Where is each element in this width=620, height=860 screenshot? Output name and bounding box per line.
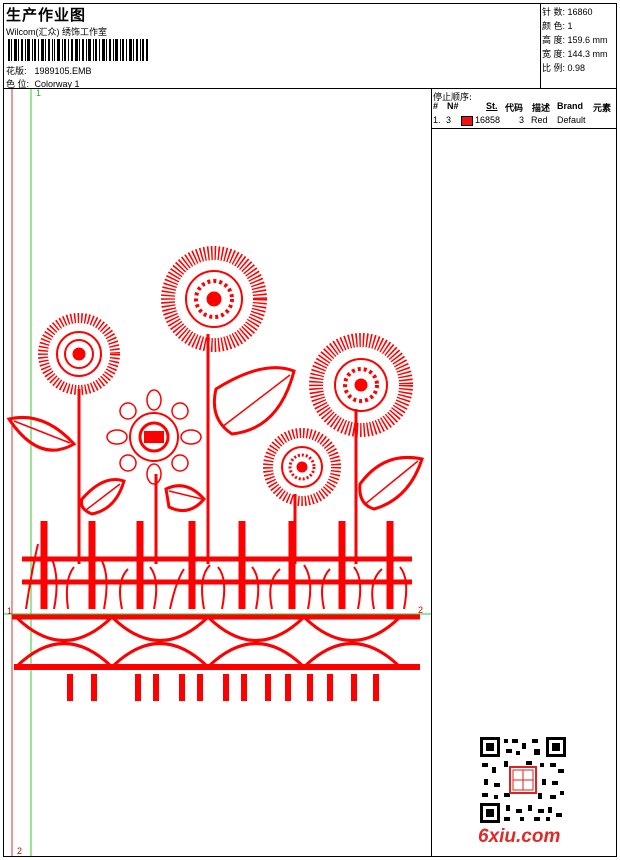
col-needle: N# [447,101,459,111]
design-value: 1989105.EMB [34,66,92,76]
axis-label-bottom: 2 [17,846,23,856]
header-info: 生产作业图 Wilcom(汇众) 绣饰工作室 花版: 1989105.EMB 色… [6,4,540,89]
stop-table-rule [431,128,617,129]
thread-color-swatch [461,116,473,126]
row-index: 1. [433,115,441,125]
row-brand: Default [557,115,586,125]
design-stats: 针 数: 16860 颜 色: 1 高 度: 159.6 mm 宽 度: 144… [542,5,616,75]
seal-stamp-icon [509,766,537,794]
grass [25,543,408,610]
design-name-line: 花版: 1989105.EMB [6,64,92,77]
axis-label-top: 1 [36,88,42,98]
company-name: Wilcom(汇众) 绣饰工作室 [6,27,107,37]
flower-right-small [263,428,341,506]
color-count: 颜 色: 1 [542,21,573,31]
flower-top-center [161,246,267,352]
tassels [67,674,379,701]
col-code: 代码 [505,103,524,113]
design-width: 宽 度: 144.3 mm [542,49,608,59]
flower-petal-center [106,389,202,485]
col-stitches: St. [486,101,498,111]
embroidery-design [6,246,424,701]
fence-pickets [40,521,394,609]
basket [12,614,420,670]
col-index: # [433,101,439,111]
col-brand: Brand [557,101,584,111]
page-title: 生产作业图 [6,6,87,24]
row-stitches: 16858 [475,115,501,125]
panel-divider [431,88,432,857]
axis-label-right: 2 [418,605,424,615]
axis-label-left: 1 [7,606,13,616]
design-label: 花版: [6,66,27,76]
row-code: 3 [519,115,525,125]
design-scale: 比 例: 0.98 [542,63,586,73]
header-divider [540,3,541,89]
design-height: 高 度: 159.6 mm [542,35,608,45]
watermark-text: 6xiu.com [478,826,561,847]
row-description: Red [531,115,548,125]
col-description: 描述 [532,103,551,113]
qr-code-icon [480,737,566,823]
stitch-count: 针 数: 16860 [542,7,593,17]
col-element: 元素 [593,103,612,113]
embroidery-canvas [4,89,431,856]
row-needle: 3 [446,115,452,125]
flower-right-large [309,333,413,437]
barcode-icon [8,39,148,61]
flower-left [38,313,120,395]
